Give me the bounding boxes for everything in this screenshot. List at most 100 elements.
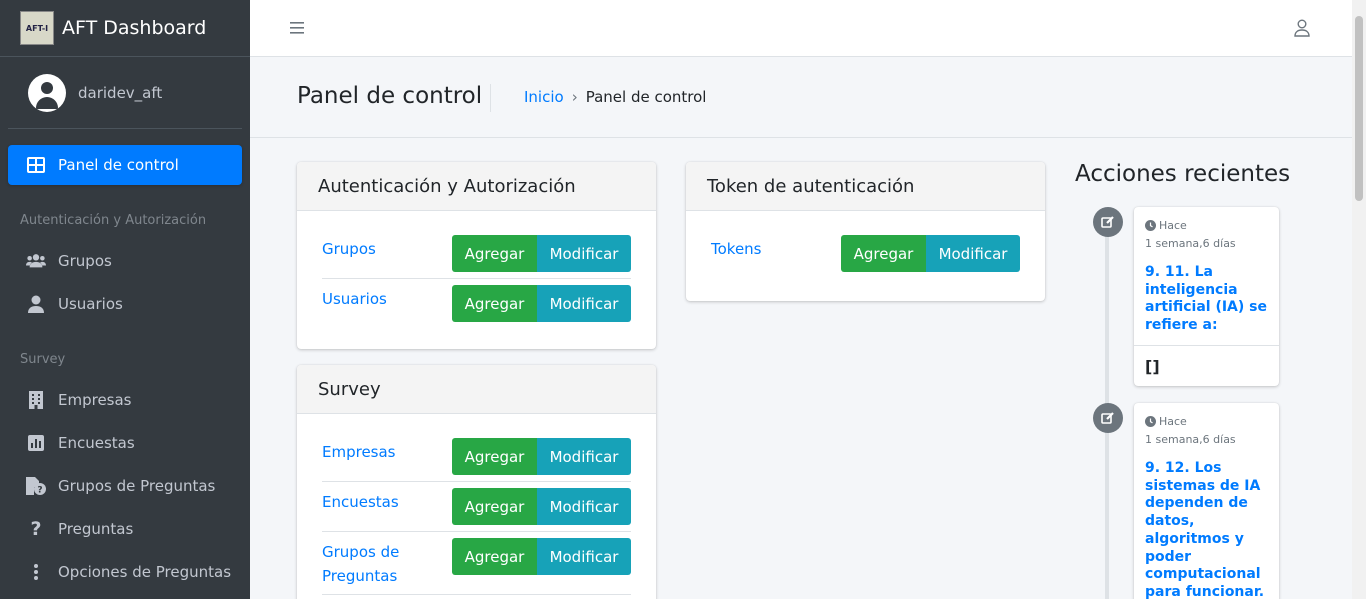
timeline-item-link[interactable]: 9. 11. La inteligencia artificial (IA) s… <box>1134 250 1279 345</box>
page-scrollbar[interactable] <box>1352 0 1366 599</box>
brand-logo: AFT-I <box>20 11 54 45</box>
model-row-empresas: Empresas Agregar Modificar <box>322 438 631 482</box>
action-buttons: Agregar Modificar <box>452 488 631 525</box>
timeline-item: Hace 1 semana,6 días 9. 12. Los sistemas… <box>1134 403 1279 599</box>
model-link-empresas[interactable]: Empresas <box>322 438 396 464</box>
action-buttons: Agregar Modificar <box>452 538 631 575</box>
nav-label: Grupos <box>58 252 112 270</box>
nav-label: Usuarios <box>58 295 123 313</box>
scrollbar-thumb[interactable] <box>1355 16 1363 201</box>
users-icon <box>26 251 46 271</box>
model-row-usuarios: Usuarios Agregar Modificar <box>322 285 631 328</box>
model-link-tokens[interactable]: Tokens <box>711 235 762 261</box>
add-button[interactable]: Agregar <box>452 438 537 475</box>
model-row-tokens: Tokens Agregar Modificar <box>711 235 1020 278</box>
action-buttons: Agregar Modificar <box>452 235 631 272</box>
add-button[interactable]: Agregar <box>452 538 537 575</box>
model-link-encuestas[interactable]: Encuestas <box>322 488 399 514</box>
timeline-item-link[interactable]: 9. 12. Los sistemas de IA dependen de da… <box>1134 446 1279 599</box>
clock-icon <box>1145 416 1156 427</box>
nav-item-usuarios[interactable]: Usuarios <box>8 284 242 324</box>
edit-icon <box>1093 403 1123 433</box>
timeline-item-footer: [] <box>1134 344 1279 386</box>
nav-label: Grupos de Preguntas <box>58 477 216 495</box>
app-card-auth: Autenticación y Autorización Grupos Agre… <box>297 162 656 349</box>
card-title: Token de autenticación <box>686 162 1045 211</box>
building-icon <box>26 390 46 410</box>
change-button[interactable]: Modificar <box>537 438 631 475</box>
content-header: Panel de control Inicio › Panel de contr… <box>250 57 1352 138</box>
add-button[interactable]: Agregar <box>452 235 537 272</box>
edit-icon <box>1093 207 1123 237</box>
change-button[interactable]: Modificar <box>926 235 1020 272</box>
nav-item-encuestas[interactable]: Encuestas <box>8 423 242 463</box>
add-button[interactable]: Agregar <box>452 285 537 322</box>
time-date: 1 semana,6 días <box>1145 433 1236 446</box>
breadcrumb-home-link[interactable]: Inicio <box>524 88 564 106</box>
brand-link[interactable]: AFT-I AFT Dashboard <box>0 0 250 57</box>
card-title: Autenticación y Autorización <box>297 162 656 211</box>
time-date: 1 semana,6 días <box>1145 237 1236 250</box>
timeline-item: Hace 1 semana,6 días 9. 11. La inteligen… <box>1134 207 1279 386</box>
model-row-grupos-de-preguntas: Grupos de Preguntas Agregar Modificar <box>322 538 631 595</box>
change-button[interactable]: Modificar <box>537 488 631 525</box>
nav-item-opciones-de-preguntas[interactable]: Opciones de Preguntas <box>8 552 242 592</box>
ellipsis-vertical-icon <box>26 562 46 582</box>
question-icon: ? <box>30 518 42 540</box>
model-link-grupos-de-preguntas[interactable]: Grupos de Preguntas <box>322 538 412 588</box>
nav-label: Encuestas <box>58 434 135 452</box>
nav-item-grupos[interactable]: Grupos <box>8 241 242 281</box>
card-body: Grupos Agregar Modificar Usuarios Agrega… <box>297 211 656 328</box>
action-buttons: Agregar Modificar <box>841 235 1020 272</box>
nav-item-empresas[interactable]: Empresas <box>8 380 242 420</box>
card-body: Tokens Agregar Modificar <box>686 211 1045 278</box>
timeline-time: Hace 1 semana,6 días <box>1134 207 1279 250</box>
action-buttons: Agregar Modificar <box>452 438 631 475</box>
avatar-icon <box>28 73 66 112</box>
nav-header-auth: Autenticación y Autorización <box>20 212 207 228</box>
nav-header-survey: Survey <box>20 351 66 367</box>
model-row-grupos: Grupos Agregar Modificar <box>322 235 631 279</box>
nav-label: Preguntas <box>58 520 134 538</box>
timeline-time: Hace 1 semana,6 días <box>1134 403 1279 446</box>
card-title: Survey <box>297 365 656 414</box>
sidebar: AFT-I AFT Dashboard daridev_aft Panel de… <box>0 0 250 599</box>
nav-label: Opciones de Preguntas <box>58 563 232 581</box>
chart-icon <box>26 433 46 453</box>
nav-label: Panel de control <box>58 156 179 174</box>
nav-item-grupos-de-preguntas[interactable]: ? Grupos de Preguntas <box>8 466 242 506</box>
nav-item-preguntas[interactable]: ? Preguntas <box>8 509 242 549</box>
svg-text:?: ? <box>37 486 42 496</box>
recent-actions-title: Acciones recientes <box>1075 161 1291 187</box>
time-prefix: Hace <box>1159 219 1187 232</box>
add-button[interactable]: Agregar <box>841 235 926 272</box>
card-body: Empresas Agregar Modificar Encuestas Agr… <box>297 414 656 595</box>
nav-label: Empresas <box>58 391 132 409</box>
file-question-icon: ? <box>26 476 46 496</box>
app-card-survey: Survey Empresas Agregar Modificar Encues… <box>297 365 656 599</box>
add-button[interactable]: Agregar <box>452 488 537 525</box>
title-divider <box>490 84 491 112</box>
page-title: Panel de control <box>297 83 483 109</box>
brand-title: AFT Dashboard <box>62 17 207 39</box>
user-outline-icon[interactable] <box>1294 19 1312 39</box>
action-buttons: Agregar Modificar <box>452 285 631 322</box>
top-navbar <box>250 0 1352 57</box>
clock-icon <box>1145 220 1156 231</box>
app-card-token: Token de autenticación Tokens Agregar Mo… <box>686 162 1045 301</box>
change-button[interactable]: Modificar <box>537 538 631 575</box>
breadcrumb-separator: › <box>571 88 578 106</box>
change-button[interactable]: Modificar <box>537 285 631 322</box>
breadcrumb: Inicio › Panel de control <box>524 88 706 106</box>
breadcrumb-current: Panel de control <box>585 88 707 106</box>
model-link-usuarios[interactable]: Usuarios <box>322 285 387 311</box>
model-row-encuestas: Encuestas Agregar Modificar <box>322 488 631 532</box>
user-icon <box>26 294 46 314</box>
dashboard-icon <box>26 155 46 175</box>
change-button[interactable]: Modificar <box>537 235 631 272</box>
user-panel[interactable]: daridev_aft <box>8 57 242 129</box>
time-prefix: Hace <box>1159 415 1187 428</box>
model-link-grupos[interactable]: Grupos <box>322 235 376 261</box>
hamburger-icon[interactable] <box>290 18 304 38</box>
nav-item-panel-de-control[interactable]: Panel de control <box>8 145 242 185</box>
